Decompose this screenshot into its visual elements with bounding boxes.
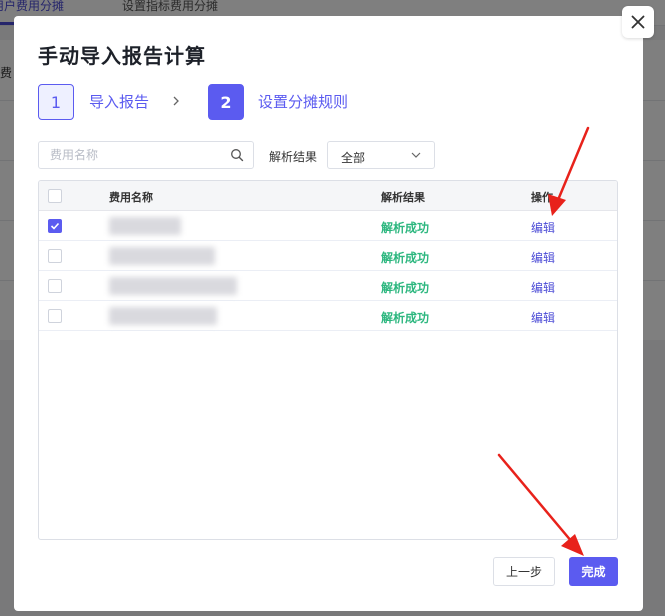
step-1-number: 1 <box>38 84 74 120</box>
row-checkbox[interactable] <box>48 249 62 263</box>
checkmark-icon <box>50 222 60 230</box>
import-report-modal: 手动导入报告计算 1 导入报告 2 设置分摊规则 解析结果 全部 费用名称 解析… <box>14 16 643 611</box>
column-header-operation: 操作 <box>531 191 553 204</box>
edit-link[interactable]: 编辑 <box>531 279 555 296</box>
table-row: 解析成功 编辑 <box>39 271 617 301</box>
chevron-right-icon <box>173 96 179 106</box>
column-header-name: 费用名称 <box>109 191 153 204</box>
search-box <box>38 141 254 169</box>
blurred-fee-name <box>109 307 217 325</box>
edit-link[interactable]: 编辑 <box>531 249 555 266</box>
edit-link[interactable]: 编辑 <box>531 219 555 236</box>
row-checkbox[interactable] <box>48 279 62 293</box>
parse-result: 解析成功 <box>381 281 430 295</box>
result-filter-label: 解析结果 <box>269 150 318 164</box>
step-1-label: 导入报告 <box>89 93 150 111</box>
row-checkbox[interactable] <box>48 309 62 323</box>
previous-step-button[interactable]: 上一步 <box>493 557 555 586</box>
close-icon <box>631 15 645 29</box>
step-2-label: 设置分摊规则 <box>258 93 349 111</box>
blurred-fee-name <box>109 247 215 265</box>
parse-result: 解析成功 <box>381 251 430 265</box>
search-input[interactable] <box>39 142 219 168</box>
step-2-number: 2 <box>208 84 244 120</box>
table-header: 费用名称 解析结果 操作 <box>39 181 617 211</box>
blurred-fee-name <box>109 277 237 295</box>
table-row: 解析成功 编辑 <box>39 211 617 241</box>
search-icon[interactable] <box>230 148 244 162</box>
parse-result: 解析成功 <box>381 311 430 325</box>
blurred-fee-name <box>109 217 181 235</box>
table-row: 解析成功 编辑 <box>39 241 617 271</box>
table-row: 解析成功 编辑 <box>39 301 617 331</box>
select-all-checkbox[interactable] <box>48 189 62 203</box>
row-checkbox[interactable] <box>48 219 62 233</box>
column-header-result: 解析结果 <box>381 191 425 204</box>
finish-button[interactable]: 完成 <box>569 557 618 586</box>
modal-title: 手动导入报告计算 <box>38 44 206 68</box>
chevron-down-icon <box>411 152 421 158</box>
result-filter-select[interactable]: 全部 <box>327 141 435 169</box>
close-button[interactable] <box>622 6 654 38</box>
result-filter-value: 全部 <box>341 151 366 165</box>
parse-result: 解析成功 <box>381 221 430 235</box>
edit-link[interactable]: 编辑 <box>531 309 555 326</box>
fee-table: 费用名称 解析结果 操作 解析成功 编辑 解析成功 编辑 解析成功 编辑 解析成… <box>38 180 618 540</box>
